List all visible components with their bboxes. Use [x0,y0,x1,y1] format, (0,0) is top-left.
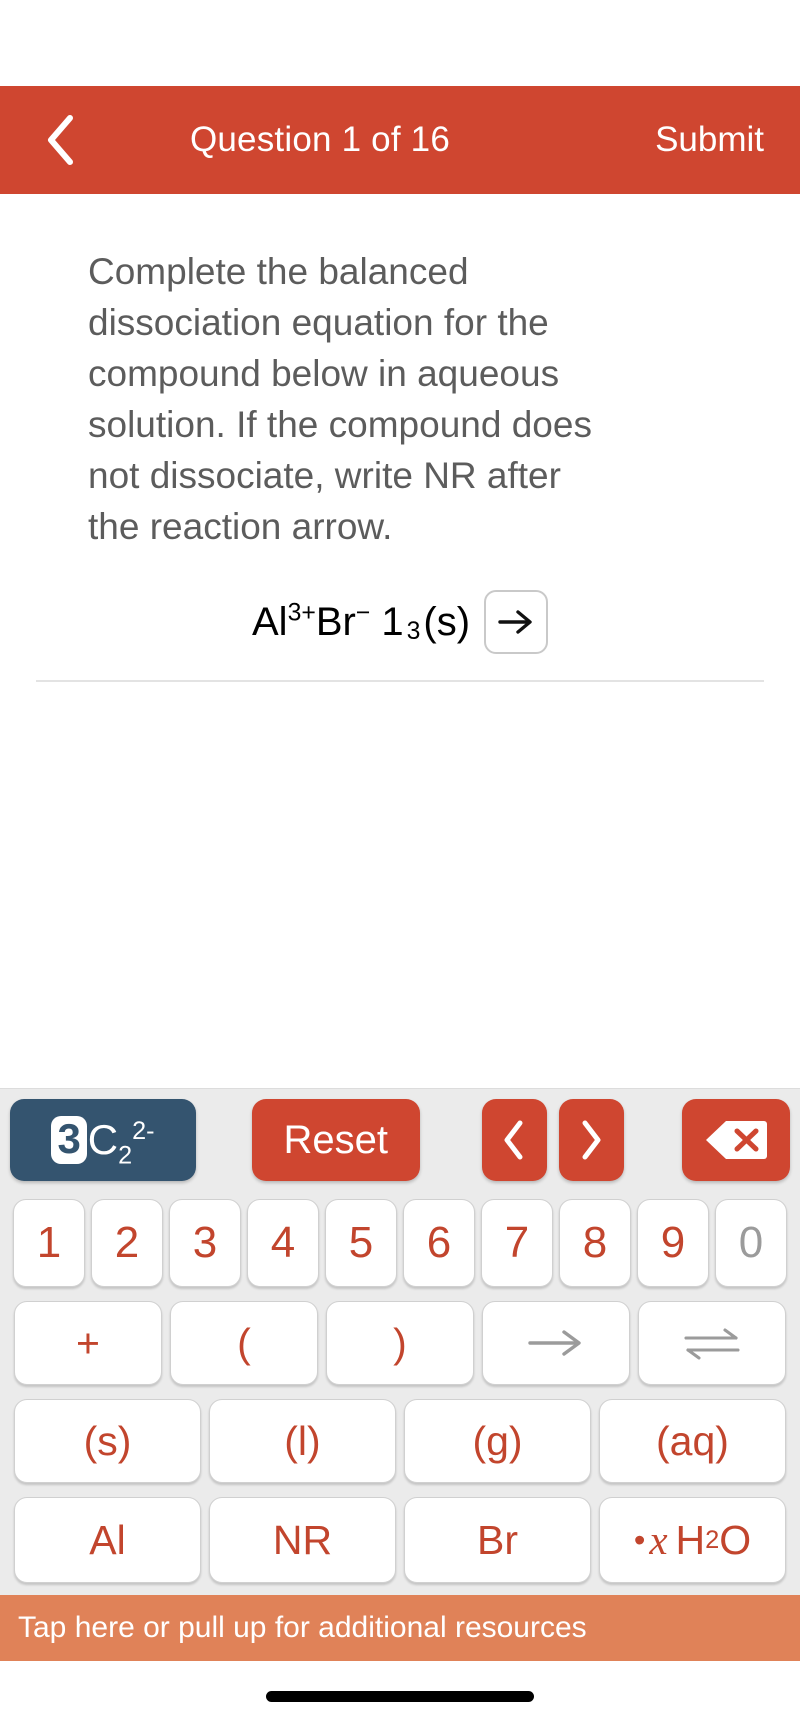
submit-button[interactable]: Submit [655,120,764,160]
back-button[interactable] [0,86,120,194]
keyboard-operator-row: + ( ) [6,1301,794,1385]
status-bar [0,0,800,86]
key-close-paren[interactable]: ) [326,1301,474,1385]
key-plus[interactable]: + [14,1301,162,1385]
token-element-symbol: C [87,1116,119,1163]
equation-coefficient: 1 [381,599,404,644]
key-6[interactable]: 6 [403,1199,475,1287]
hydrate-variable: x [649,1517,668,1563]
key-1[interactable]: 1 [13,1199,85,1287]
app-screen: Question 1 of 16 Submit Complete the bal… [0,0,800,1731]
equilibrium-arrow-icon [684,1328,740,1360]
equation-divider [36,680,764,682]
reset-button[interactable]: Reset [252,1099,420,1181]
backspace-delete-icon [705,1121,767,1159]
key-no-reaction[interactable]: NR [209,1497,396,1583]
home-indicator[interactable] [266,1690,534,1702]
key-state-aqueous[interactable]: (aq) [599,1399,786,1483]
key-state-liquid[interactable]: (l) [209,1399,396,1483]
equation-species-bromide: Br− [316,600,370,645]
equation-br-symbol: Br [315,599,356,644]
equation-al-symbol: Al [251,599,288,644]
keyboard-element-row: Al NR Br • x H 2 O [6,1497,794,1583]
chevron-right-icon [582,1120,601,1160]
hydrate-o: O [719,1516,752,1563]
home-indicator-area [0,1661,800,1731]
token-charge: 2- [132,1117,155,1145]
key-0[interactable]: 0 [715,1199,787,1287]
equation-species-aluminum: Al3+ [252,600,316,645]
equation-state-label: (s) [423,599,471,644]
chemistry-keyboard: 3 C22- Reset 1 2 3 4 5 6 7 8 9 0 + () (… [0,1088,800,1595]
cursor-next-button[interactable] [558,1099,624,1181]
backspace-button[interactable] [681,1099,790,1181]
chevron-left-icon [48,115,73,165]
equation-expression[interactable]: Al3+ Br− 1 3 (s) [252,590,549,654]
right-arrow-icon [498,610,532,634]
chevron-left-icon [504,1120,523,1160]
keyboard-state-row: (s) (l) (g) (aq) [6,1399,794,1483]
hydrate-dot: • [633,1521,646,1558]
hydrate-h: H [675,1516,706,1563]
key-open-paren[interactable]: ( [170,1301,318,1385]
token-subscript: 2 [118,1141,133,1170]
equation-arrow-cursor-box[interactable] [484,590,549,654]
token-formula: C22- [87,1116,155,1168]
key-state-solid[interactable]: (s) [14,1399,201,1483]
key-element-al[interactable]: Al [14,1497,201,1583]
keyboard-toolbar-row: 3 C22- Reset [6,1099,794,1181]
key-hydrate-water[interactable]: • x H 2 O [599,1497,786,1583]
question-body: Complete the balanced dissociation equat… [0,194,800,1088]
additional-resources-label: Tap here or pull up for additional resou… [18,1611,587,1644]
key-reaction-arrow[interactable] [482,1301,630,1385]
equation-al-charge: 3+ [287,599,316,627]
cursor-prev-button[interactable] [481,1099,547,1181]
key-9[interactable]: 9 [637,1199,709,1287]
equation-br-charge: − [355,599,371,627]
keyboard-number-row: 1 2 3 4 5 6 7 8 9 0 [6,1199,794,1287]
key-7[interactable]: 7 [481,1199,553,1287]
token-highlight-coefficient: 3 [51,1116,87,1164]
key-state-gas[interactable]: (g) [404,1399,591,1483]
token-preview-button[interactable]: 3 C22- [10,1099,196,1181]
key-3[interactable]: 3 [169,1199,241,1287]
key-5[interactable]: 5 [325,1199,397,1287]
app-header: Question 1 of 16 Submit [0,86,800,194]
equation-row: Al3+ Br− 1 3 (s) [0,590,800,654]
key-2[interactable]: 2 [91,1199,163,1287]
equation-subscript: 3 [406,618,421,645]
additional-resources-bar[interactable]: Tap here or pull up for additional resou… [0,1595,800,1661]
key-equilibrium-arrow[interactable] [638,1301,786,1385]
key-element-br[interactable]: Br [404,1497,591,1583]
key-8[interactable]: 8 [559,1199,631,1287]
key-4[interactable]: 4 [247,1199,319,1287]
reaction-arrow-icon [528,1330,581,1356]
question-text: Complete the balanced dissociation equat… [88,251,592,547]
